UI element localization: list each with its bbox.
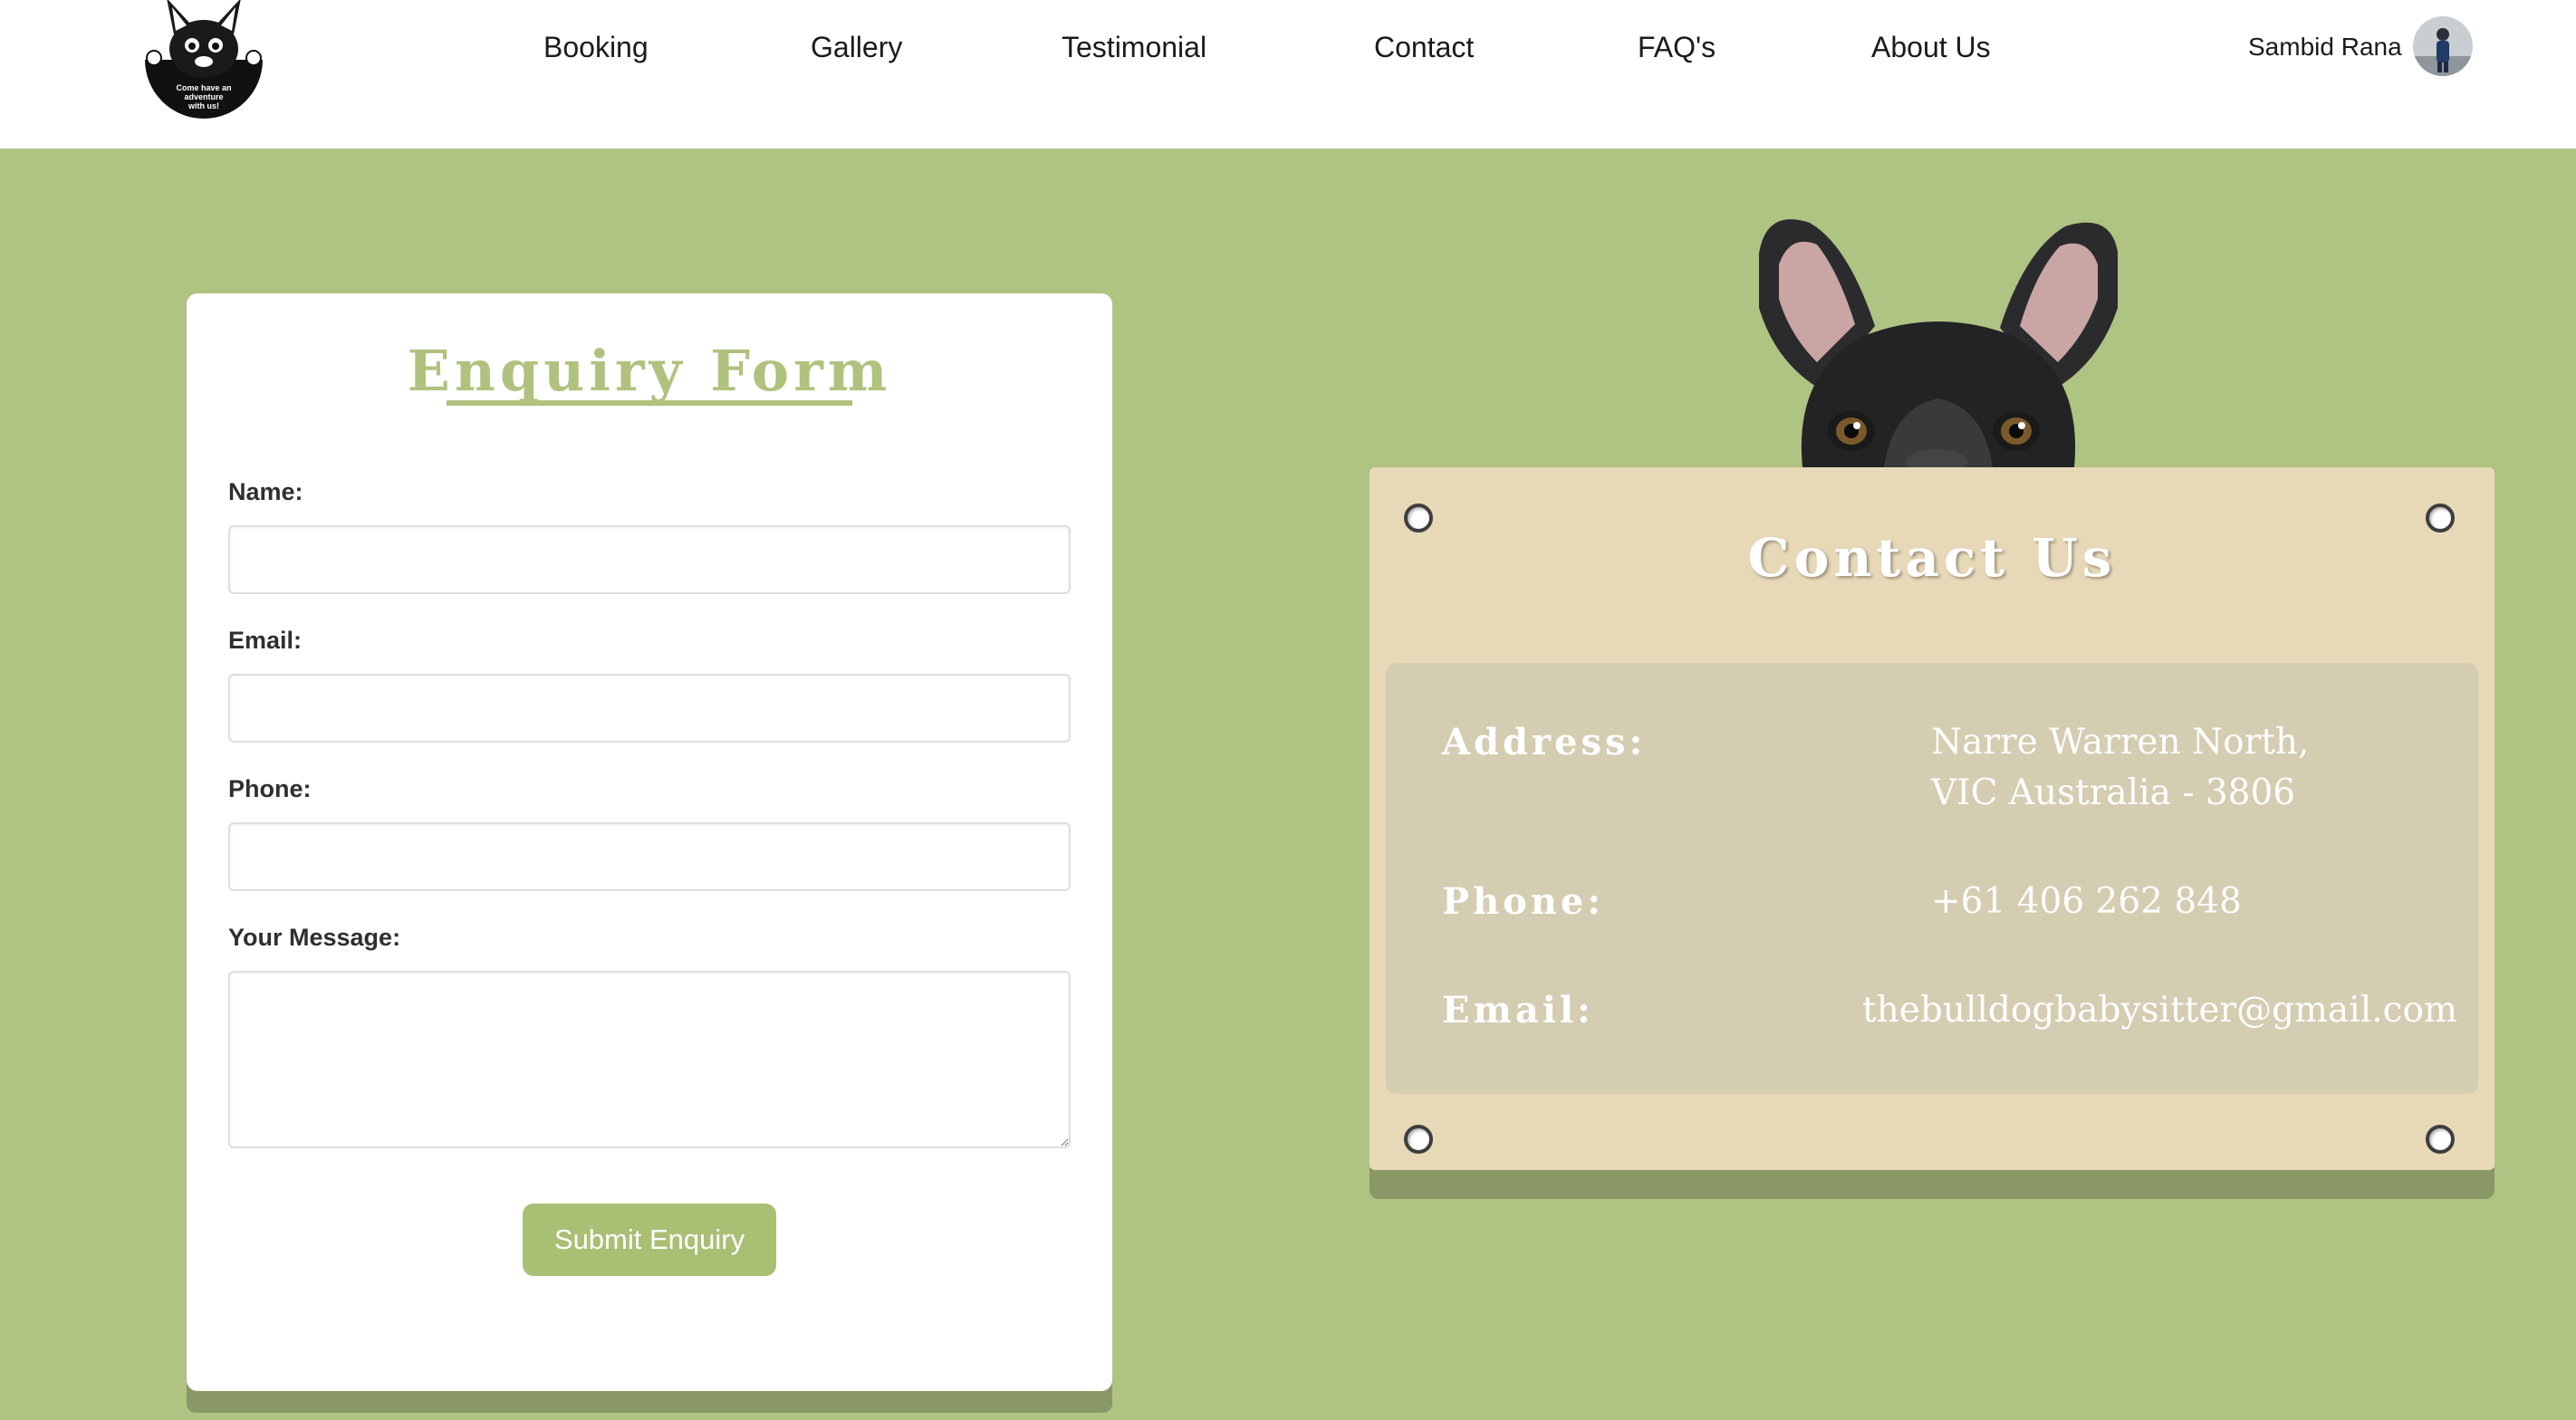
contact-details-panel: Address: Narre Warren North, VIC Austral… bbox=[1386, 663, 2478, 1094]
user-avatar[interactable] bbox=[2413, 16, 2473, 76]
address-label: Address: bbox=[1442, 721, 1647, 763]
user-name[interactable]: Sambid Rana bbox=[2248, 29, 2402, 65]
name-input[interactable] bbox=[228, 525, 1071, 594]
phone-value[interactable]: +61 406 262 848 bbox=[1931, 877, 2242, 927]
phone-input[interactable] bbox=[228, 822, 1071, 891]
email-label: Email: bbox=[1442, 989, 1594, 1031]
email-value[interactable]: thebulldogbabysitter@gmail.com bbox=[1862, 985, 2457, 1036]
contact-us-title: Contact Us bbox=[1747, 527, 2117, 589]
nav-about-us[interactable]: About Us bbox=[1871, 27, 1991, 67]
nav-contact[interactable]: Contact bbox=[1374, 27, 1474, 67]
svg-text:with us!: with us! bbox=[187, 101, 219, 110]
contact-us-plaque: Contact Us Address: Narre Warren North, … bbox=[1370, 467, 2494, 1170]
name-label: Name: bbox=[228, 478, 303, 505]
nav-testimonial[interactable]: Testimonial bbox=[1062, 27, 1206, 67]
message-textarea[interactable] bbox=[228, 971, 1071, 1148]
enquiry-form-title: Enquiry Form bbox=[407, 338, 892, 404]
phone-label: Phone: bbox=[1442, 880, 1605, 923]
bulldog-peeking-image bbox=[1703, 217, 2174, 475]
title-underline bbox=[447, 400, 852, 406]
contact-plaque-shadow bbox=[1370, 1168, 2494, 1199]
nav-booking[interactable]: Booking bbox=[543, 27, 649, 67]
nav-gallery[interactable]: Gallery bbox=[811, 27, 902, 67]
address-line-2: VIC Australia - 3806 bbox=[1931, 772, 2296, 813]
main-nav: Booking Gallery Testimonial Contact FAQ'… bbox=[0, 0, 2576, 94]
screw-icon bbox=[1404, 1125, 1433, 1154]
site-header: Come have an adventure with us! Booking … bbox=[0, 0, 2576, 149]
enquiry-form-card: Enquiry Form Name: Email: Phone: Your Me… bbox=[187, 293, 1112, 1391]
email-input[interactable] bbox=[228, 674, 1071, 743]
submit-enquiry-button[interactable]: Submit Enquiry bbox=[523, 1204, 776, 1276]
nav-faqs[interactable]: FAQ's bbox=[1638, 27, 1716, 67]
email-label: Email: bbox=[228, 627, 303, 654]
address-line-1: Narre Warren North, bbox=[1931, 722, 2310, 763]
phone-label: Phone: bbox=[228, 775, 312, 802]
message-label: Your Message: bbox=[228, 924, 401, 951]
screw-icon bbox=[2426, 1125, 2455, 1154]
